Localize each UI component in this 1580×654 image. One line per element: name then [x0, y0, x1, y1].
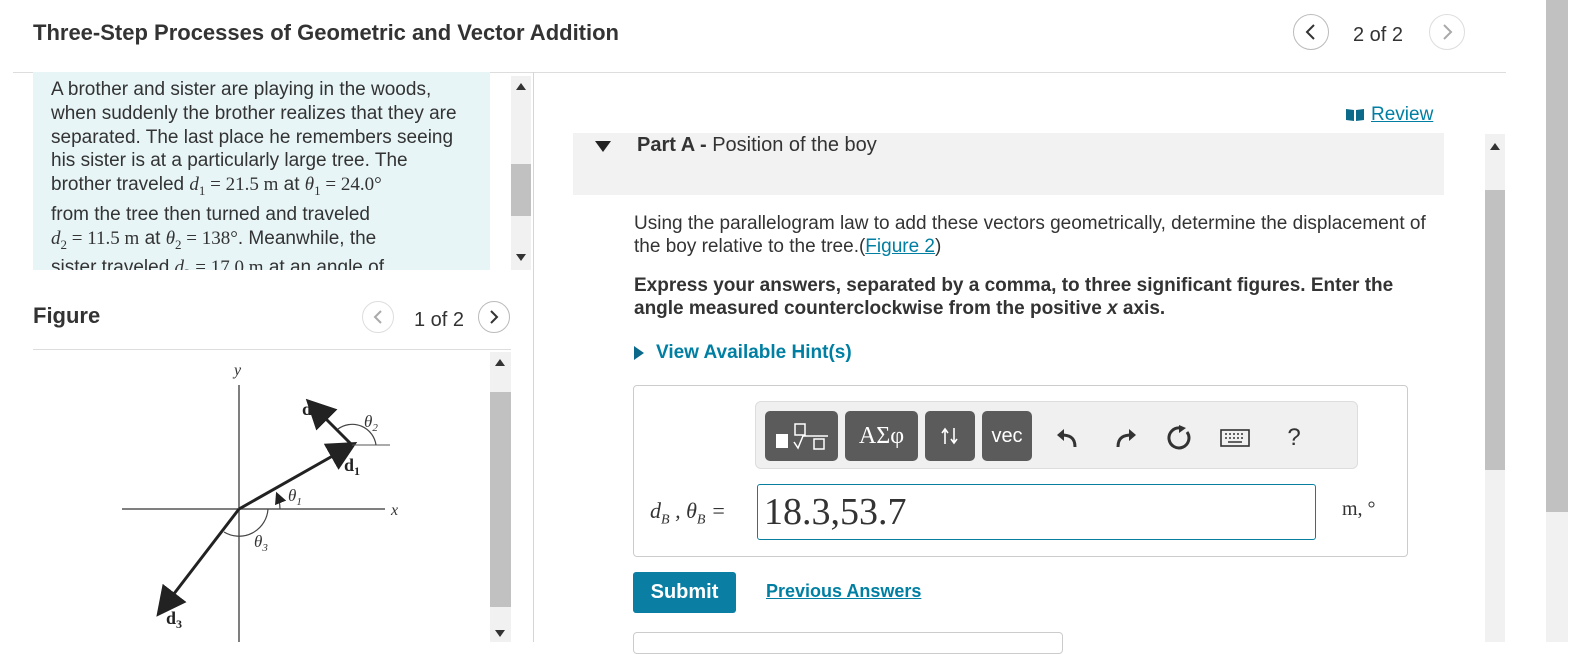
- scroll-down-arrow-icon[interactable]: [516, 254, 526, 262]
- scroll-thumb[interactable]: [511, 164, 531, 216]
- vector-button[interactable]: vec: [982, 411, 1032, 461]
- redo-icon: [1116, 429, 1136, 448]
- figure-previous-button[interactable]: [362, 301, 394, 333]
- answer-label: dB , θB =: [650, 498, 726, 528]
- vector-d3: [156, 508, 241, 617]
- instruction-text: Using the parallelogram law to add these…: [634, 213, 1426, 257]
- d3-label: d3: [166, 608, 182, 631]
- page-title: Three-Step Processes of Geometric and Ve…: [33, 20, 619, 45]
- problem-line: brother traveled d1 = 21.5 m at θ1 = 24.…: [51, 174, 382, 198]
- chevron-right-icon: [490, 310, 499, 324]
- problem-line: separated. The last place he remembers s…: [51, 126, 454, 148]
- figure-next-button[interactable]: [478, 301, 510, 333]
- scroll-up-arrow-icon[interactable]: [495, 358, 505, 366]
- figure-divider: [33, 349, 511, 350]
- subscript-superscript-button[interactable]: [925, 411, 975, 461]
- reset-icon: [1167, 425, 1191, 450]
- greek-symbols-button[interactable]: ΑΣφ: [845, 411, 918, 461]
- scroll-up-arrow-icon[interactable]: [1490, 142, 1500, 150]
- figure-counter: 1 of 2: [414, 309, 465, 331]
- arrows-updown-icon: [941, 427, 958, 445]
- answer-input[interactable]: 18.3,53.7: [757, 484, 1316, 540]
- theta1-arc: [275, 491, 287, 510]
- problem-line: sister traveled d3 = 17.0 m at an angle …: [51, 257, 384, 270]
- problem-line: d2 = 11.5 m at θ2 = 138°. Meanwhile, the: [51, 227, 377, 252]
- chevron-right-icon: [1443, 24, 1453, 40]
- d1-label: d1: [344, 455, 360, 478]
- vector-diagram: y x d2 d1 d3 θ1 θ2 θ3: [122, 362, 398, 642]
- book-icon: [1346, 109, 1364, 121]
- scroll-down-arrow-icon[interactable]: [495, 630, 505, 638]
- part-title: Part A - Position of the boy: [637, 134, 877, 156]
- previous-answers-link[interactable]: Previous Answers: [766, 581, 921, 602]
- reset-button[interactable]: [1166, 424, 1194, 452]
- answer-units: m, °: [1342, 498, 1376, 520]
- help-button[interactable]: ?: [1280, 424, 1308, 452]
- chevron-left-icon: [1305, 24, 1315, 40]
- keyboard-icon: [1220, 429, 1250, 447]
- problem-line: when suddenly the brother realizes that …: [51, 102, 457, 124]
- page-counter: 2 of 2: [1353, 24, 1404, 46]
- figure-2-link[interactable]: Figure 2: [865, 236, 935, 257]
- undo-button[interactable]: [1053, 424, 1081, 452]
- content-scrollbar[interactable]: [1485, 134, 1505, 642]
- problem-line: his sister is at a particularly large tr…: [51, 150, 408, 172]
- redo-button[interactable]: [1112, 424, 1140, 452]
- feedback-box: [633, 632, 1063, 654]
- theta1-label: θ1: [288, 486, 302, 508]
- panel-divider: [533, 72, 534, 642]
- view-hints-toggle[interactable]: View Available Hint(s): [634, 342, 852, 364]
- problem-line: A brother and sister are playing in the …: [51, 79, 432, 100]
- keyboard-button[interactable]: [1220, 424, 1250, 452]
- math-toolbar: ΑΣφ vec ?: [755, 401, 1358, 469]
- theta2-label: θ2: [364, 412, 378, 434]
- figure-scrollbar[interactable]: [490, 352, 511, 642]
- scroll-thumb[interactable]: [490, 392, 511, 607]
- submit-button[interactable]: Submit: [633, 572, 736, 613]
- x-axis-label: x: [390, 502, 398, 519]
- review-link[interactable]: Review: [1345, 104, 1433, 126]
- previous-page-button[interactable]: [1293, 14, 1329, 50]
- problem-statement: A brother and sister are playing in the …: [33, 72, 490, 270]
- d2-label: d2: [302, 399, 318, 422]
- expand-triangle-icon: [634, 346, 644, 360]
- undo-icon: [1057, 429, 1077, 448]
- templates-button[interactable]: [765, 411, 838, 461]
- collapse-triangle-icon[interactable]: [595, 141, 611, 153]
- scroll-thumb[interactable]: [1546, 0, 1568, 512]
- scroll-thumb[interactable]: [1485, 190, 1505, 470]
- problem-scrollbar[interactable]: [511, 76, 531, 270]
- page-scrollbar[interactable]: [1546, 0, 1568, 642]
- y-axis-label: y: [232, 362, 242, 379]
- figure-heading: Figure: [33, 303, 101, 328]
- problem-line: from the tree then turned and traveled: [51, 203, 370, 225]
- templates-icon: [775, 423, 828, 450]
- scroll-up-arrow-icon[interactable]: [516, 82, 526, 90]
- next-page-button[interactable]: [1429, 14, 1465, 50]
- answer-format-instructions: Express your answers, separated by a com…: [634, 275, 1394, 319]
- chevron-left-icon: [373, 310, 382, 324]
- theta3-label: θ3: [254, 532, 268, 554]
